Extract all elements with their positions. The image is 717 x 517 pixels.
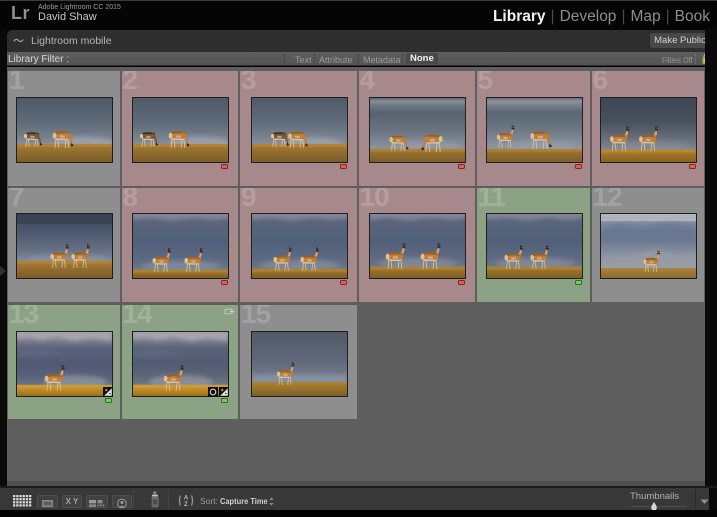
svg-text:A: A (184, 496, 189, 502)
svg-text:Z: Z (184, 502, 188, 507)
